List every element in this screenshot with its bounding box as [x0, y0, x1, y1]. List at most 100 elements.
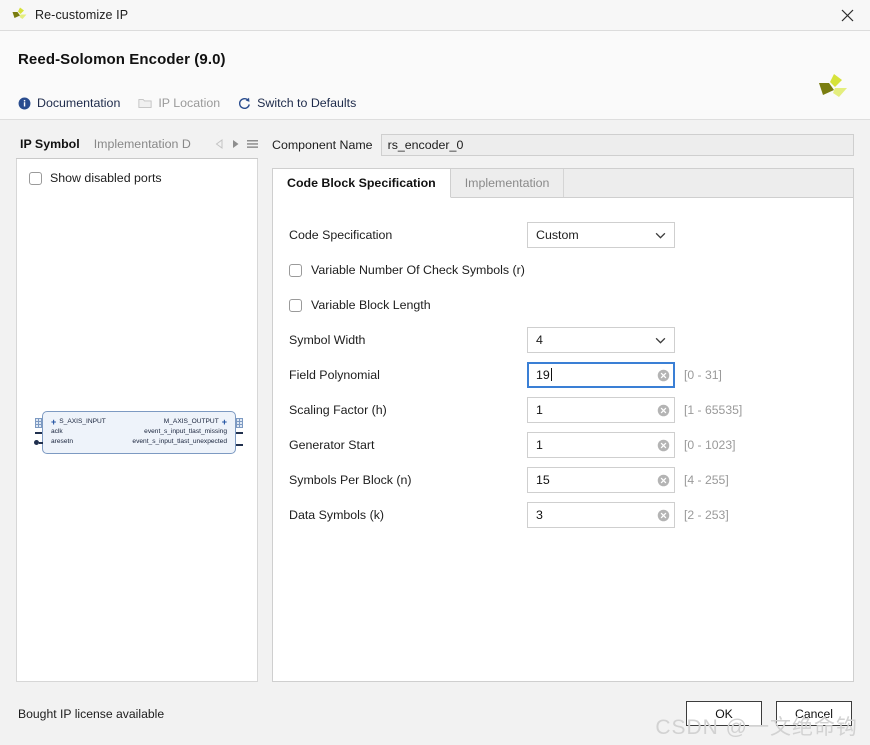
field-range-hint: [1 - 65535] [684, 403, 743, 417]
port-label-tlast-missing: event_s_input_tlast_missing [144, 428, 227, 435]
field-label: Code Specification [289, 228, 393, 242]
input-value: 15 [536, 473, 550, 487]
input-value: 1 [536, 403, 543, 417]
data-symbols-input[interactable]: 3 [527, 502, 675, 528]
code-specification-select[interactable]: Custom [527, 222, 675, 248]
ip-port-row: + S_AXIS_INPUT M_AXIS_OUTPUT + [51, 417, 227, 427]
field-data-symbols: Data Symbols (k) 3 [2 - 253] [289, 502, 853, 528]
bus-port-icon [236, 418, 243, 428]
chevron-right-icon[interactable] [231, 139, 240, 149]
port-label-aclk: aclk [51, 428, 63, 435]
port-stub-icon [39, 442, 43, 444]
tab-code-block-specification[interactable]: Code Block Specification [273, 169, 451, 198]
generator-start-input[interactable]: 1 [527, 432, 675, 458]
scaling-factor-input[interactable]: 1 [527, 397, 675, 423]
ip-port-row: aclk event_s_input_tlast_missing [51, 427, 227, 437]
field-variable-block-length: Variable Block Length [289, 292, 853, 318]
field-label: Scaling Factor (h) [289, 403, 387, 417]
ip-block-diagram: + S_AXIS_INPUT M_AXIS_OUTPUT + aclk even… [34, 411, 243, 454]
ip-location-label: IP Location [158, 96, 221, 110]
component-name-input[interactable]: rs_encoder_0 [380, 134, 854, 156]
dialog-header: Reed-Solomon Encoder (9.0) Documentation [0, 31, 870, 120]
symbol-width-select[interactable]: 4 [527, 327, 675, 353]
field-range-hint: [0 - 1023] [684, 438, 736, 452]
field-symbols-per-block: Symbols Per Block (n) 15 [4 - 255] [289, 467, 853, 493]
documentation-label: Documentation [37, 96, 121, 110]
input-value: 19 [536, 368, 552, 382]
field-symbol-width: Symbol Width 4 [289, 327, 853, 353]
variable-block-length-checkbox[interactable] [289, 298, 302, 312]
clear-icon[interactable] [657, 509, 670, 522]
xilinx-logo-icon [819, 74, 847, 97]
tab-implementation[interactable]: Implementation [451, 169, 565, 197]
text-caret [550, 368, 552, 381]
chevron-down-icon [655, 337, 666, 344]
configuration-panel: Component Name rs_encoder_0 Code Block S… [272, 134, 854, 682]
clear-icon[interactable] [657, 404, 670, 417]
clear-icon[interactable] [657, 474, 670, 487]
code-block-specification-form: Code Specification Custom Variable Numbe… [273, 198, 853, 528]
field-label: Variable Number Of Check Symbols (r) [311, 263, 525, 277]
ip-block-body: + S_AXIS_INPUT M_AXIS_OUTPUT + aclk even… [34, 411, 243, 454]
show-disabled-ports-checkbox[interactable] [29, 171, 42, 185]
switch-to-defaults-button[interactable]: Switch to Defaults [238, 96, 356, 110]
component-name-row: Component Name rs_encoder_0 [272, 134, 854, 156]
field-code-specification: Code Specification Custom [289, 222, 853, 248]
hamburger-menu-icon[interactable] [247, 139, 258, 149]
field-label: Field Polynomial [289, 368, 380, 382]
clear-icon[interactable] [657, 369, 670, 382]
refresh-icon [238, 97, 251, 110]
field-variable-check-symbols: Variable Number Of Check Symbols (r) [289, 257, 853, 283]
field-label: Generator Start [289, 438, 375, 452]
re-customize-ip-dialog: Re-customize IP Reed-Solomon Encoder (9.… [0, 0, 870, 745]
switch-to-defaults-label: Switch to Defaults [257, 96, 357, 110]
field-range-hint: [4 - 255] [684, 473, 729, 487]
symbols-per-block-input[interactable]: 15 [527, 467, 675, 493]
folder-icon [138, 97, 152, 109]
window-titlebar: Re-customize IP [0, 0, 870, 31]
ok-button[interactable]: OK [686, 701, 762, 726]
field-label-wrap: Variable Number Of Check Symbols (r) [289, 263, 527, 277]
field-range-hint: [2 - 253] [684, 508, 729, 522]
footer-buttons: OK Cancel [686, 701, 852, 726]
chevron-down-icon [655, 232, 666, 239]
port-label-tlast-unexpected: event_s_input_tlast_unexpected [132, 438, 227, 445]
ip-symbol-tabstrip: IP Symbol Implementation D [16, 134, 258, 159]
tab-implementation-details[interactable]: Implementation D [90, 137, 196, 156]
expand-bus-icon[interactable]: + [51, 417, 56, 427]
field-polynomial-input[interactable]: 19 [527, 362, 675, 388]
field-label: Variable Block Length [311, 298, 431, 312]
variable-check-symbols-checkbox[interactable] [289, 263, 302, 277]
component-name-label: Component Name [272, 138, 373, 152]
page-title: Reed-Solomon Encoder (9.0) [18, 51, 226, 68]
documentation-button[interactable]: Documentation [18, 96, 120, 110]
port-label-m-axis-output: M_AXIS_OUTPUT [163, 418, 219, 425]
cancel-button[interactable]: Cancel [776, 701, 852, 726]
show-disabled-ports-row: Show disabled ports [17, 159, 257, 185]
xilinx-logo-icon [12, 7, 27, 19]
port-stub-icon [236, 432, 243, 434]
config-tabstrip: Code Block Specification Implementation [273, 169, 853, 198]
close-icon[interactable] [824, 0, 870, 31]
tabstrip-filler [564, 169, 853, 197]
info-circle-icon [18, 97, 31, 110]
port-label-s-axis-input: S_AXIS_INPUT [59, 418, 106, 425]
port-stub-icon [236, 444, 243, 446]
port-label-aresetn: aresetn [51, 438, 73, 445]
expand-bus-icon[interactable]: + [222, 417, 227, 427]
input-value: 3 [536, 508, 543, 522]
ip-location-button[interactable]: IP Location [138, 96, 220, 110]
ip-symbol-panel: IP Symbol Implementation D Show disabled… [16, 134, 258, 682]
tab-ip-symbol[interactable]: IP Symbol [16, 137, 90, 156]
ip-port-row: aresetn event_s_input_tlast_unexpected [51, 437, 227, 447]
window-title: Re-customize IP [35, 8, 129, 22]
field-label: Symbol Width [289, 333, 366, 347]
select-value: Custom [536, 228, 579, 242]
tab-nav-controls [215, 139, 258, 153]
chevron-left-icon[interactable] [215, 139, 224, 149]
clear-icon[interactable] [657, 439, 670, 452]
dialog-body: IP Symbol Implementation D Show disabled… [0, 120, 870, 682]
input-value: 1 [536, 438, 543, 452]
field-range-hint: [0 - 31] [684, 368, 722, 382]
header-toolbar: Documentation IP Location Switch to Defa… [18, 96, 852, 119]
